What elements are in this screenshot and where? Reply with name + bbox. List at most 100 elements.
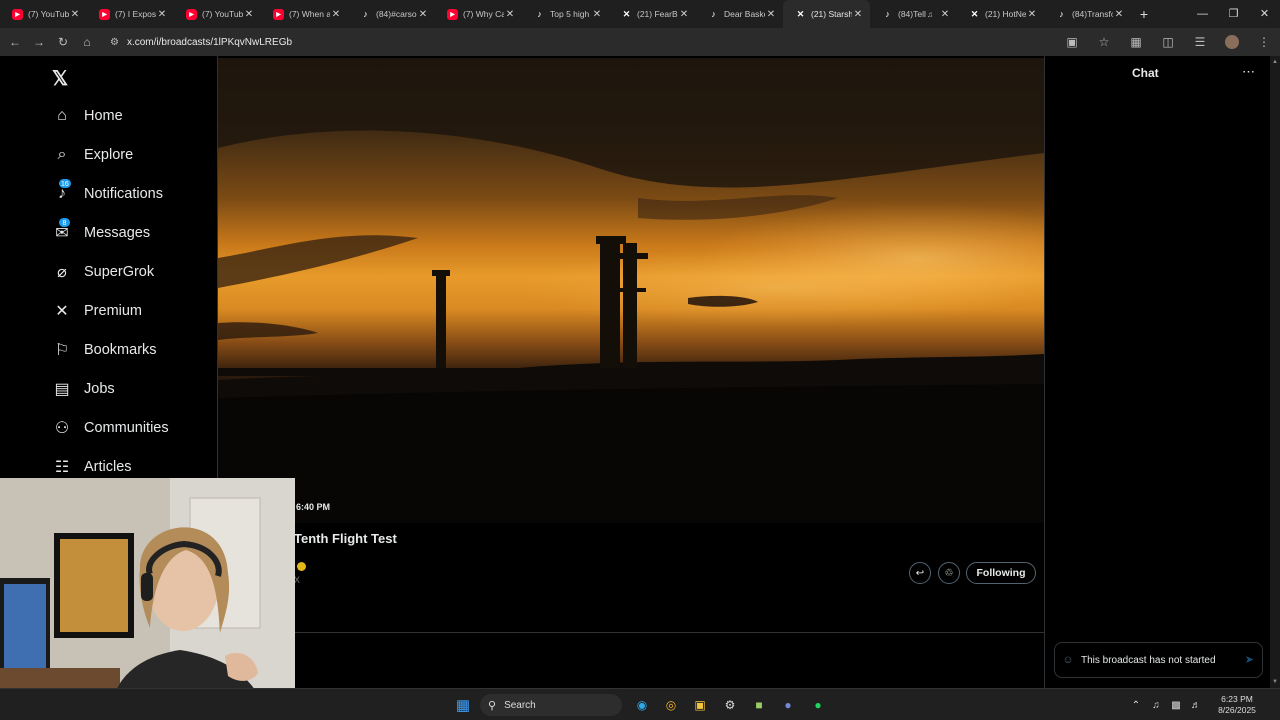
minimize-icon[interactable]: — xyxy=(1187,0,1218,28)
nav-item-label: Explore xyxy=(84,147,134,163)
install-app-icon[interactable]: ▣ xyxy=(1056,35,1088,49)
close-tab-icon[interactable]: ✕ xyxy=(330,9,342,20)
more-options-icon[interactable]: ⋯ xyxy=(1242,64,1256,80)
scroll-down-icon[interactable]: ▼ xyxy=(1272,679,1278,685)
taskbar-search[interactable]: ⚲ Search xyxy=(480,694,622,716)
file-explorer-icon[interactable]: ▣ xyxy=(690,695,710,715)
new-tab-button[interactable]: + xyxy=(1131,6,1157,22)
tiktok-icon: ♪ xyxy=(363,9,368,19)
webcam-image xyxy=(0,478,295,720)
search-icon: ⚲ xyxy=(488,699,497,712)
browser-tab[interactable]: ▶ (7) YouTube✕ xyxy=(174,0,261,28)
nav-item-explore[interactable]: ⌕ Explore xyxy=(52,143,134,167)
following-button[interactable]: Following xyxy=(966,562,1036,584)
nav-item-bookmarks[interactable]: ⚐ Bookmarks xyxy=(52,338,157,362)
spotify-icon[interactable]: ● xyxy=(808,695,828,715)
close-window-icon[interactable]: ✕ xyxy=(1249,0,1280,28)
browser-tab-strip: ▶(7) YouTube✕▶(7) I Exposed✕▶(7) YouTube… xyxy=(0,0,1280,28)
tab-title: (84)Transfo xyxy=(1072,9,1113,19)
nav-item-home[interactable]: ⌂ Home xyxy=(52,104,123,128)
close-tab-icon[interactable]: ✕ xyxy=(939,9,951,20)
nav-item-messages[interactable]: ✉ 8 Messages xyxy=(52,217,151,245)
chrome-icon[interactable]: ◎ xyxy=(661,695,681,715)
forward-icon[interactable]: → xyxy=(27,35,51,49)
chat-panel: Chat ⋯ ☺ This broadcast has not started … xyxy=(1044,56,1270,688)
browser-tab[interactable]: ✕ (21) Starsh ✕ xyxy=(783,0,870,28)
notify-bell-icon[interactable]: ♲ xyxy=(938,562,960,584)
close-tab-icon[interactable]: ✕ xyxy=(504,9,516,20)
side-panel-icon[interactable]: ◫ xyxy=(1152,35,1184,49)
speaker-icon[interactable]: ♬ xyxy=(1186,700,1206,711)
taskbar-clock[interactable]: 6:23 PM 8/26/2025 xyxy=(1206,694,1268,716)
youtube-icon: ▶ xyxy=(186,8,197,20)
close-tab-icon[interactable]: ✕ xyxy=(591,9,603,20)
nav-item-premium[interactable]: ✕ Premium xyxy=(52,299,142,323)
menu-kebab-icon[interactable]: ⋮ xyxy=(1248,35,1280,49)
close-tab-icon[interactable]: ✕ xyxy=(1026,9,1038,20)
nav-item-label: Messages xyxy=(84,225,151,241)
chevron-up-icon[interactable]: ⌃ xyxy=(1126,700,1146,711)
browser-tab[interactable]: ▶ (7) When a ✕ xyxy=(261,0,348,28)
x-logo-icon[interactable]: 𝕏 xyxy=(52,66,68,91)
emoji-icon[interactable]: ☺ xyxy=(1055,654,1081,666)
browser-tab[interactable]: ♪ Top 5 high ✕ xyxy=(522,0,609,28)
tab-title: (21) FearBu xyxy=(637,9,678,19)
microphone-icon[interactable]: ♫ xyxy=(1146,700,1166,711)
browser-tab[interactable]: ♪ (84)Transfo ✕ xyxy=(1044,0,1131,28)
browser-tab[interactable]: ▶ (7) Why Ca ✕ xyxy=(435,0,522,28)
nav-item-label: Bookmarks xyxy=(84,342,157,358)
restore-icon[interactable]: ❐ xyxy=(1218,0,1249,28)
tab-title: (7) I Exposed xyxy=(115,9,156,19)
page-scrollbar[interactable]: ▲ ▼ xyxy=(1270,56,1280,688)
site-info-icon[interactable]: ⚙ xyxy=(110,37,119,48)
close-tab-icon[interactable]: ✕ xyxy=(765,9,777,20)
close-tab-icon[interactable]: ✕ xyxy=(69,9,81,20)
extensions-icon[interactable]: ▦ xyxy=(1120,35,1152,49)
send-icon[interactable]: ➤ xyxy=(1245,653,1254,666)
back-icon[interactable]: ← xyxy=(3,35,27,49)
browser-tab[interactable]: ▶ (7) YouTube✕ xyxy=(0,0,87,28)
nav-item-supergrok[interactable]: ⌀ SuperGrok xyxy=(52,260,154,284)
windows-start-icon[interactable]: ▦ xyxy=(453,695,473,715)
broadcast-video[interactable] xyxy=(218,58,1044,523)
share-icon[interactable]: ↩ xyxy=(909,562,931,584)
minecraft-icon[interactable]: ■ xyxy=(749,695,769,715)
bookmark-star-icon[interactable]: ☆ xyxy=(1088,35,1120,49)
nav-item-articles[interactable]: ☷ Articles xyxy=(52,455,132,479)
discord-icon[interactable]: ● xyxy=(778,695,798,715)
profile-avatar[interactable] xyxy=(1225,35,1239,49)
close-tab-icon[interactable]: ✕ xyxy=(243,9,255,20)
tab-title: (84)Tell xyxy=(898,9,926,19)
clock-date: 8/26/2025 xyxy=(1218,705,1256,715)
taskbar-search-label: Search xyxy=(504,699,536,711)
scroll-up-icon[interactable]: ▲ xyxy=(1272,59,1278,65)
browser-tab[interactable]: ♪ (84)#carson ✕ xyxy=(348,0,435,28)
display-icon[interactable]: ▩ xyxy=(1166,700,1186,711)
chat-input[interactable]: ☺ This broadcast has not started ➤ xyxy=(1054,642,1263,678)
broadcast-time: 6:40 PM xyxy=(296,502,331,512)
browser-tab[interactable]: ♪ (84)Tell ♫ ✕ xyxy=(870,0,957,28)
x-icon: ✕ xyxy=(970,8,979,19)
browser-tab[interactable]: ♪ Dear Baske ✕ xyxy=(696,0,783,28)
browser-tab[interactable]: ✕ (21) FearBu ✕ xyxy=(609,0,696,28)
browser-tab[interactable]: ▶ (7) I Exposed✕ xyxy=(87,0,174,28)
reload-icon[interactable]: ↻ xyxy=(51,35,75,49)
home-browser-icon[interactable]: ⌂ xyxy=(75,35,99,49)
nav-item-communities[interactable]: ⚇ Communities xyxy=(52,416,169,440)
bell-icon: ♪ 16 xyxy=(52,178,72,204)
steam-icon[interactable]: ⚙ xyxy=(720,695,740,715)
clock-time: 6:23 PM xyxy=(1221,694,1253,704)
nav-item-jobs[interactable]: ▤ Jobs xyxy=(52,377,114,401)
close-tab-icon[interactable]: ✕ xyxy=(417,9,429,20)
browser-tab[interactable]: ✕ (21) HotNe ✕ xyxy=(957,0,1044,28)
edge-icon[interactable]: ◉ xyxy=(632,695,652,715)
audio-playing-icon[interactable]: ♫ xyxy=(927,10,933,19)
address-bar[interactable]: ⚙ x.com/i/broadcasts/1lPKqvNwLREGb xyxy=(104,32,1089,52)
close-tab-icon[interactable]: ✕ xyxy=(678,9,690,20)
media-controls-icon[interactable]: ☰ xyxy=(1184,35,1216,49)
close-tab-icon[interactable]: ✕ xyxy=(1113,9,1125,20)
close-tab-icon[interactable]: ✕ xyxy=(852,9,864,20)
nav-item-notifications[interactable]: ♪ 16 Notifications xyxy=(52,178,163,206)
close-tab-icon[interactable]: ✕ xyxy=(156,9,168,20)
tiktok-icon: ♪ xyxy=(537,9,542,19)
